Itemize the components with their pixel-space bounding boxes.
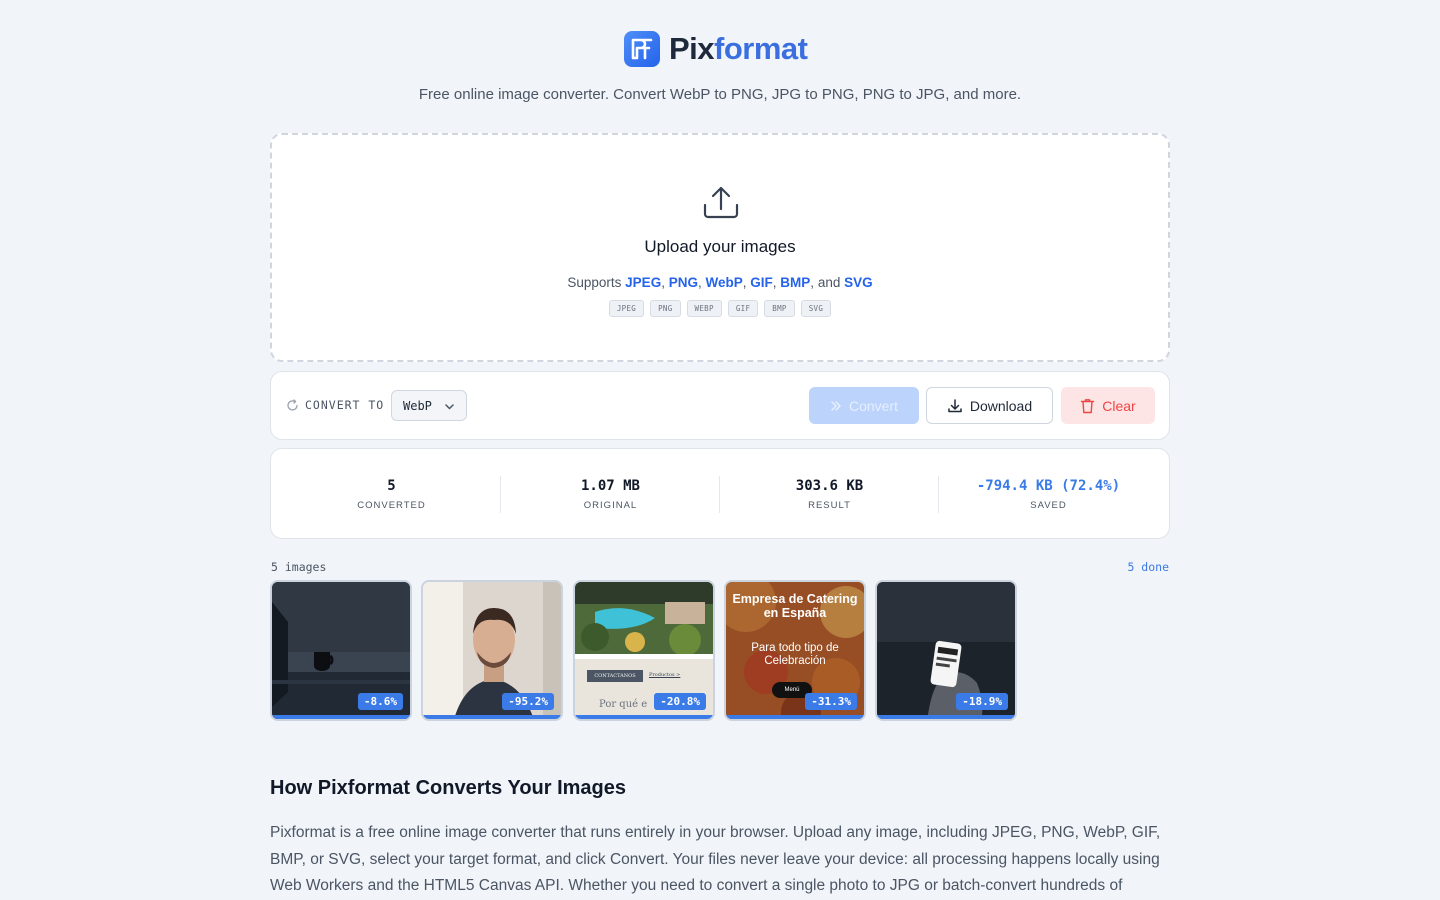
section-title: How Pixformat Converts Your Images xyxy=(270,777,627,799)
compression-badge: -95.2% xyxy=(502,693,554,710)
stat-value: 1.07 MB xyxy=(580,478,640,494)
image-count: 5 images xyxy=(271,560,327,574)
brand-name: Pixformat xyxy=(669,31,808,67)
format-svg: SVG xyxy=(844,275,873,290)
overlay-heading-text: Por qué e xyxy=(599,699,648,710)
clear-button[interactable]: Clear xyxy=(1061,387,1155,424)
progress-bar xyxy=(877,715,1015,719)
format-chip: JPEG xyxy=(608,300,645,317)
progress-bar xyxy=(726,715,864,719)
brand-name-format: format xyxy=(714,31,808,66)
upload-dropzone[interactable]: Upload your images Supports JPEG, PNG, W… xyxy=(270,133,1170,362)
image-thumbnail[interactable]: CONTACTANOS Productos > Por qué e -20.8% xyxy=(573,580,715,721)
download-button-label: Download xyxy=(969,397,1033,414)
compression-badge: -8.6% xyxy=(357,693,403,710)
convert-button[interactable]: Convert xyxy=(809,387,919,424)
format-chip: GIF xyxy=(727,300,759,317)
stat-label: SAVED xyxy=(1030,500,1067,511)
supports-prefix: Supports xyxy=(567,275,622,290)
format-chip: SVG xyxy=(800,300,832,317)
overlay-products-link: Productos > xyxy=(649,672,681,678)
stat-value: 303.6 KB xyxy=(795,478,864,494)
chevron-down-icon xyxy=(445,404,454,410)
download-button[interactable]: Download xyxy=(926,387,1053,424)
image-thumbnail[interactable]: -18.9% xyxy=(875,580,1017,721)
selected-format: WebP xyxy=(403,398,432,413)
stat-original: 1.07 MB ORIGINAL xyxy=(501,449,720,540)
progress-bar xyxy=(423,715,561,719)
format-bmp: BMP xyxy=(780,275,811,290)
tagline: Free online image converter. Convert Web… xyxy=(418,86,1022,103)
format-chip: PNG xyxy=(650,300,681,317)
and-text: and xyxy=(817,275,841,290)
stat-label: RESULT xyxy=(808,500,851,511)
overlay-contact-button: CONTACTANOS xyxy=(587,670,643,682)
format-jpeg: JPEG xyxy=(625,275,662,290)
stat-label: ORIGINAL xyxy=(583,500,638,511)
format-select[interactable]: WebP xyxy=(391,390,467,421)
compression-badge: -31.3% xyxy=(805,693,857,710)
compression-badge: -20.8% xyxy=(654,693,706,710)
stat-saved: -794.4 KB (72.4%) SAVED xyxy=(939,449,1158,540)
stat-converted: 5 CONVERTED xyxy=(282,449,501,540)
upload-title: Upload your images xyxy=(644,237,796,256)
compression-badge: -18.9% xyxy=(956,693,1008,710)
format-chip: BMP xyxy=(764,300,795,317)
section-body: Pixformat is a free online image convert… xyxy=(270,824,1161,894)
format-chip: WEBP xyxy=(686,300,722,317)
format-png: PNG xyxy=(668,275,698,290)
stat-value: 5 xyxy=(387,478,396,494)
convert-button-label: Convert xyxy=(848,397,899,414)
upload-icon xyxy=(703,186,739,219)
image-thumbnail[interactable]: Empresa de Catering en España Para todo … xyxy=(724,580,866,721)
overlay-subtitle: Para todo tipo de Celebración xyxy=(751,642,839,667)
stat-result: 303.6 KB RESULT xyxy=(720,449,939,540)
convert-to-text: CONVERT TO xyxy=(305,398,385,412)
format-gif: GIF xyxy=(750,275,773,290)
overlay-title: Empresa de Catering en España xyxy=(732,592,858,620)
done-count: 5 done xyxy=(1127,560,1169,574)
brand-name-pix: Pix xyxy=(669,31,715,66)
conversion-toolbar: CONVERT TO WebP Convert Download Clear xyxy=(270,371,1170,440)
refresh-icon xyxy=(287,398,298,411)
progress-bar xyxy=(272,715,410,719)
supported-formats-text: Supports JPEG, PNG, WebP, GIF, BMP, and … xyxy=(567,275,873,290)
gallery-header: 5 images 5 done xyxy=(271,560,1169,574)
double-chevron-right-icon xyxy=(831,400,841,411)
convert-to-label: CONVERT TO xyxy=(286,398,384,412)
format-chips: JPEG PNG WEBP GIF BMP SVG xyxy=(272,300,1168,317)
stat-label: CONVERTED xyxy=(357,500,426,511)
conversion-stats: 5 CONVERTED 1.07 MB ORIGINAL 303.6 KB RE… xyxy=(270,448,1170,539)
progress-bar xyxy=(575,715,713,719)
stat-value: -794.4 KB (72.4%) xyxy=(976,478,1121,494)
trash-icon xyxy=(1081,398,1095,413)
image-thumbnail[interactable]: -95.2% xyxy=(421,580,563,721)
brand[interactable]: Pixformat xyxy=(624,30,808,68)
pixformat-logo-icon xyxy=(624,31,660,67)
image-thumbnail[interactable]: -8.6% xyxy=(270,580,412,721)
clear-button-label: Clear xyxy=(1102,397,1136,414)
download-icon xyxy=(948,398,962,412)
format-webp: WebP xyxy=(705,275,743,290)
